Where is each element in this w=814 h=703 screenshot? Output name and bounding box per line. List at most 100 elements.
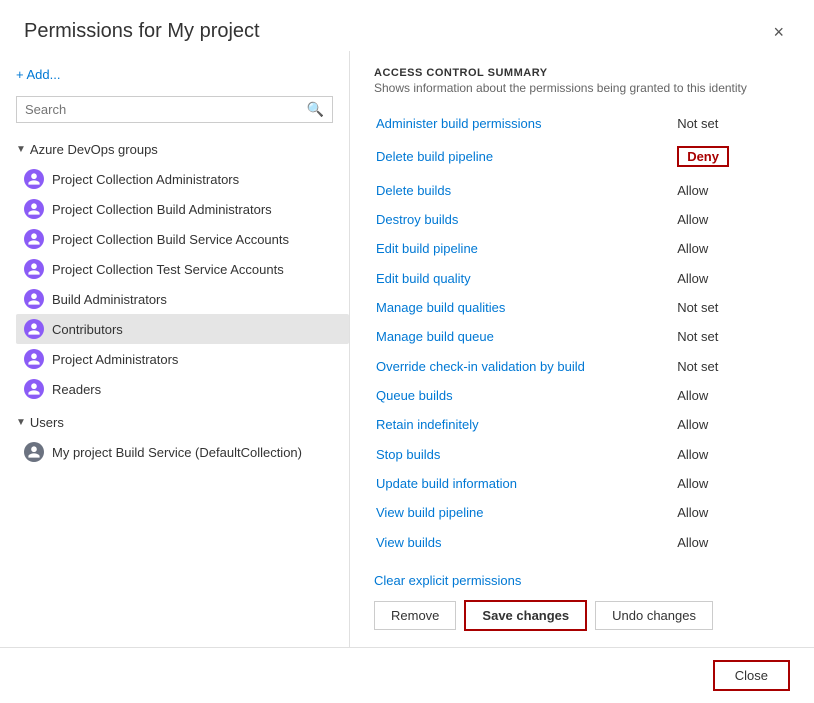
users-sub-list: My project Build Service (DefaultCollect… — [16, 437, 349, 467]
table-row: Queue buildsAllow — [374, 381, 790, 410]
table-row: Override check-in validation by buildNot… — [374, 351, 790, 380]
permission-name[interactable]: Queue builds — [374, 381, 665, 410]
avatar — [24, 442, 44, 462]
user-label: Project Collection Build Administrators — [52, 202, 272, 217]
permission-value: Not set — [665, 109, 790, 138]
user-item[interactable]: Contributors — [16, 314, 349, 344]
users-section: ▼ Users My project Build Service (Defaul… — [16, 412, 349, 467]
permission-value: Not set — [665, 351, 790, 380]
chevron-down-icon: ▼ — [16, 144, 26, 155]
permission-value: Allow — [665, 381, 790, 410]
left-panel: + Add... 🔍 ▼ Azure DevOps groups Project… — [0, 51, 350, 647]
search-box: 🔍 — [16, 96, 333, 123]
permission-value: Not set — [665, 293, 790, 322]
save-changes-button[interactable]: Save changes — [464, 600, 587, 631]
users-group-label: Users — [30, 415, 64, 430]
table-row: View build pipelineAllow — [374, 498, 790, 527]
permission-name[interactable]: Edit build quality — [374, 263, 665, 292]
table-row: Stop buildsAllow — [374, 439, 790, 468]
user-item[interactable]: Project Administrators — [16, 344, 349, 374]
user-label: Build Administrators — [52, 292, 167, 307]
clear-permissions-link[interactable]: Clear explicit permissions — [374, 573, 521, 588]
table-row: Destroy buildsAllow — [374, 205, 790, 234]
table-row: Edit build pipelineAllow — [374, 234, 790, 263]
search-input[interactable] — [25, 102, 307, 117]
table-row: Delete build pipelineDeny — [374, 138, 790, 175]
permission-name[interactable]: Delete builds — [374, 175, 665, 204]
undo-changes-button[interactable]: Undo changes — [595, 601, 713, 630]
permission-name[interactable]: Stop builds — [374, 439, 665, 468]
permission-name[interactable]: Update build information — [374, 469, 665, 498]
permission-value: Not set — [665, 322, 790, 351]
bottom-section: Clear explicit permissions Remove Save c… — [374, 573, 790, 631]
azure-group-header[interactable]: ▼ Azure DevOps groups — [16, 139, 349, 160]
users-group-header[interactable]: ▼ Users — [16, 412, 349, 433]
remove-button[interactable]: Remove — [374, 601, 456, 630]
permission-value: Allow — [665, 205, 790, 234]
user-list: Project Collection Administrators Project… — [16, 164, 349, 404]
avatar — [24, 289, 44, 309]
user-item[interactable]: Project Collection Build Service Account… — [16, 224, 349, 254]
dialog-title: Permissions for My project — [24, 20, 260, 43]
permission-name[interactable]: Manage build queue — [374, 322, 665, 351]
action-buttons: Remove Save changes Undo changes — [374, 600, 790, 631]
acs-title: ACCESS CONTROL SUMMARY — [374, 67, 790, 79]
permission-name[interactable]: Override check-in validation by build — [374, 351, 665, 380]
user-item[interactable]: Project Collection Administrators — [16, 164, 349, 194]
permission-name[interactable]: Administer build permissions — [374, 109, 665, 138]
user-item[interactable]: Project Collection Test Service Accounts — [16, 254, 349, 284]
permission-value: Deny — [665, 138, 790, 175]
permission-value: Allow — [665, 410, 790, 439]
add-button[interactable]: + Add... — [16, 63, 349, 86]
permission-name[interactable]: Destroy builds — [374, 205, 665, 234]
avatar — [24, 199, 44, 219]
dialog-body: + Add... 🔍 ▼ Azure DevOps groups Project… — [0, 51, 814, 647]
table-row: Update build informationAllow — [374, 469, 790, 498]
permission-value: Allow — [665, 469, 790, 498]
permission-name[interactable]: View builds — [374, 527, 665, 557]
azure-group-label: Azure DevOps groups — [30, 142, 158, 157]
permission-value: Allow — [665, 498, 790, 527]
table-row: Administer build permissionsNot set — [374, 109, 790, 138]
permission-value: Allow — [665, 527, 790, 557]
user-label: Project Administrators — [52, 352, 178, 367]
permission-value: Allow — [665, 263, 790, 292]
user-item[interactable]: Project Collection Build Administrators — [16, 194, 349, 224]
permissions-dialog: Permissions for My project × + Add... 🔍 … — [0, 0, 814, 703]
permission-name[interactable]: Delete build pipeline — [374, 138, 665, 175]
table-row: Manage build queueNot set — [374, 322, 790, 351]
user-label: My project Build Service (DefaultCollect… — [52, 445, 302, 460]
user-label: Project Collection Administrators — [52, 172, 239, 187]
avatar — [24, 169, 44, 189]
table-row: Retain indefinitelyAllow — [374, 410, 790, 439]
permission-name[interactable]: Retain indefinitely — [374, 410, 665, 439]
permission-name[interactable]: Edit build pipeline — [374, 234, 665, 263]
table-row: Edit build qualityAllow — [374, 263, 790, 292]
avatar — [24, 349, 44, 369]
close-x-button[interactable]: × — [767, 21, 790, 43]
table-row: Manage build qualitiesNot set — [374, 293, 790, 322]
azure-group-section: ▼ Azure DevOps groups Project Collection… — [16, 139, 349, 404]
user-label: Readers — [52, 382, 101, 397]
dialog-footer: Close — [0, 647, 814, 703]
permission-value: Allow — [665, 439, 790, 468]
user-label: Contributors — [52, 322, 123, 337]
user-label: Project Collection Build Service Account… — [52, 232, 289, 247]
acs-subtitle: Shows information about the permissions … — [374, 81, 790, 95]
search-icon: 🔍 — [307, 101, 324, 118]
permission-value: Allow — [665, 234, 790, 263]
permissions-table: Administer build permissionsNot setDelet… — [374, 109, 790, 557]
permission-name[interactable]: Manage build qualities — [374, 293, 665, 322]
table-row: View buildsAllow — [374, 527, 790, 557]
user-item[interactable]: My project Build Service (DefaultCollect… — [16, 437, 349, 467]
user-item[interactable]: Readers — [16, 374, 349, 404]
avatar — [24, 319, 44, 339]
close-button[interactable]: Close — [713, 660, 790, 691]
table-row: Delete buildsAllow — [374, 175, 790, 204]
right-panel: ACCESS CONTROL SUMMARY Shows information… — [350, 51, 814, 647]
avatar — [24, 379, 44, 399]
permission-name[interactable]: View build pipeline — [374, 498, 665, 527]
user-item[interactable]: Build Administrators — [16, 284, 349, 314]
dialog-header: Permissions for My project × — [0, 0, 814, 51]
chevron-down-icon-users: ▼ — [16, 417, 26, 428]
